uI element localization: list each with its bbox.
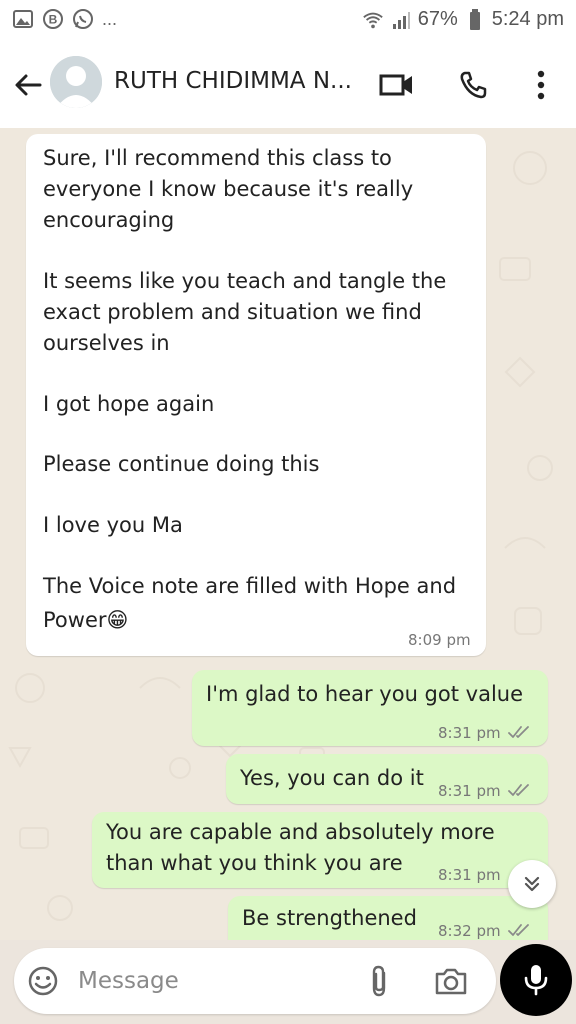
- message-text: Be strengthened: [242, 906, 417, 930]
- message-composer: [14, 948, 496, 1014]
- message-text: Yes, you can do it: [240, 766, 424, 790]
- message-text: Sure, I'll recommend this class to: [43, 146, 392, 170]
- message-text: than what you think you are: [106, 851, 403, 875]
- message-bubble-outgoing[interactable]: Be strengthened 8:32 pm: [228, 896, 548, 940]
- video-call-icon[interactable]: [378, 66, 416, 104]
- message-text: I love you Ma: [43, 513, 183, 537]
- battery-icon: [464, 8, 486, 31]
- phone-call-icon[interactable]: [454, 66, 492, 104]
- read-ticks-icon: [508, 784, 529, 796]
- status-notifications: B ...: [12, 8, 117, 30]
- wifi-icon: [362, 9, 384, 31]
- message-text: I got hope again: [43, 392, 215, 416]
- message-text: I'm glad to hear you got value: [206, 682, 524, 706]
- message-bubble-outgoing[interactable]: You are capable and absolutely more than…: [92, 812, 548, 888]
- more-notifications-label: ...: [102, 8, 118, 29]
- chat-header: RUTH CHIDIMMA N...: [0, 42, 576, 129]
- signal-icon: [390, 9, 412, 31]
- message-text: It seems like you teach and tangle the: [43, 269, 447, 293]
- message-text: exact problem and situation we find: [43, 300, 422, 324]
- message-text: encouraging: [43, 208, 175, 232]
- message-text: Please continue doing this: [43, 452, 320, 476]
- message-time: 8:31 pm: [438, 866, 501, 884]
- message-time: 8:32 pm: [438, 922, 501, 940]
- double-chevron-down-icon: [524, 876, 540, 892]
- battery-percent: 67%: [417, 8, 458, 30]
- back-arrow-icon[interactable]: [10, 67, 46, 103]
- status-time: 5:24 pm: [491, 8, 564, 30]
- message-time: 8:09 pm: [408, 631, 471, 649]
- voice-record-button[interactable]: [500, 944, 572, 1016]
- more-options-icon[interactable]: [522, 66, 560, 104]
- avatar[interactable]: [50, 56, 102, 108]
- scroll-to-bottom-button[interactable]: [508, 860, 556, 908]
- emoji-icon[interactable]: [24, 962, 62, 1000]
- read-ticks-icon: [508, 924, 529, 936]
- gallery-icon: [12, 8, 34, 30]
- b-badge-icon: B: [42, 8, 64, 30]
- contact-name[interactable]: RUTH CHIDIMMA N...: [114, 68, 364, 94]
- svg-text:B: B: [49, 13, 58, 27]
- message-text: You are capable and absolutely more: [106, 820, 495, 844]
- message-bubble-outgoing[interactable]: Yes, you can do it 8:31 pm: [226, 754, 548, 804]
- message-bubble-outgoing[interactable]: I'm glad to hear you got value 8:31 pm: [192, 670, 548, 746]
- message-bubble-incoming[interactable]: Sure, I'll recommend this class to every…: [26, 134, 486, 656]
- message-text: Power😁: [43, 608, 129, 632]
- message-time: 8:31 pm: [438, 782, 501, 800]
- whatsapp-icon: [72, 8, 94, 30]
- microphone-icon: [524, 965, 548, 996]
- status-bar: B ... 67% 5:24 pm: [0, 0, 576, 42]
- message-text: The Voice note are filled with Hope and: [43, 574, 457, 598]
- message-time: 8:31 pm: [438, 724, 501, 742]
- message-text: everyone I know because it's really: [43, 177, 414, 201]
- read-ticks-icon: [508, 726, 529, 738]
- status-system: 67% 5:24 pm: [362, 8, 564, 31]
- camera-icon[interactable]: [432, 962, 470, 1000]
- chat-area[interactable]: Sure, I'll recommend this class to every…: [0, 128, 576, 940]
- message-text: ourselves in: [43, 331, 170, 355]
- message-input[interactable]: [76, 960, 350, 1002]
- attach-icon[interactable]: [360, 962, 398, 1000]
